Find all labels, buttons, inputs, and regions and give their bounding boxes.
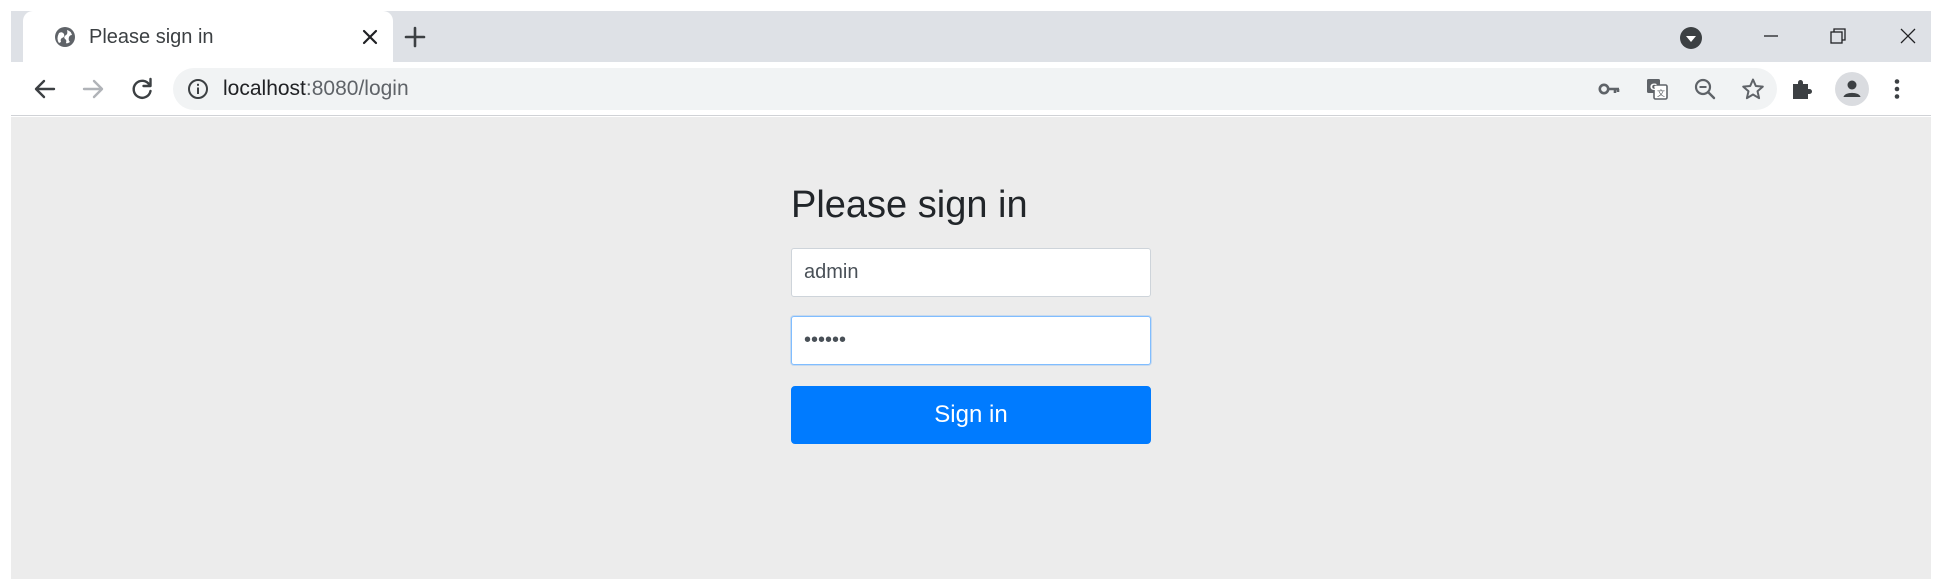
page-title: Please sign in — [791, 184, 1028, 226]
globe-icon — [55, 27, 75, 47]
star-icon[interactable] — [1741, 77, 1765, 101]
back-icon[interactable] — [31, 75, 59, 103]
browser-toolbar: localhost:8080/login G 文 — [11, 62, 1931, 116]
puzzle-icon[interactable] — [1788, 75, 1816, 103]
reload-icon[interactable] — [128, 75, 156, 103]
sign-in-button[interactable]: Sign in — [791, 386, 1151, 444]
url-host: localhost — [223, 77, 306, 100]
minimize-icon[interactable] — [1756, 21, 1786, 51]
page-content: Please sign in Sign in — [11, 117, 1931, 579]
restore-icon[interactable] — [1823, 21, 1853, 51]
tab-search-icon[interactable] — [1678, 25, 1704, 51]
forward-icon[interactable] — [79, 75, 107, 103]
plus-icon[interactable] — [401, 23, 429, 51]
svg-text:文: 文 — [1657, 88, 1665, 98]
tab-please-sign-in[interactable]: Please sign in — [23, 11, 393, 62]
tab-title: Please sign in — [89, 26, 214, 48]
translate-icon[interactable]: G 文 — [1645, 77, 1669, 101]
window-close-icon[interactable] — [1893, 21, 1923, 51]
url-text: localhost:8080/login — [223, 77, 409, 101]
address-bar[interactable]: localhost:8080/login G 文 — [173, 68, 1777, 110]
browser-window: Please sign in localhost:8080/login G 文 … — [11, 11, 1931, 579]
profile-avatar[interactable] — [1835, 72, 1869, 106]
tab-strip: Please sign in — [11, 11, 1931, 62]
tab-close-icon[interactable] — [357, 24, 383, 50]
info-icon[interactable] — [187, 78, 209, 100]
person-icon — [1843, 80, 1861, 97]
zoom-out-icon[interactable] — [1693, 77, 1717, 101]
username-input[interactable] — [791, 248, 1151, 297]
url-path: :8080/login — [305, 77, 409, 100]
password-input[interactable] — [791, 316, 1151, 365]
more-vertical-icon[interactable] — [1883, 75, 1911, 103]
key-icon[interactable] — [1597, 77, 1621, 101]
